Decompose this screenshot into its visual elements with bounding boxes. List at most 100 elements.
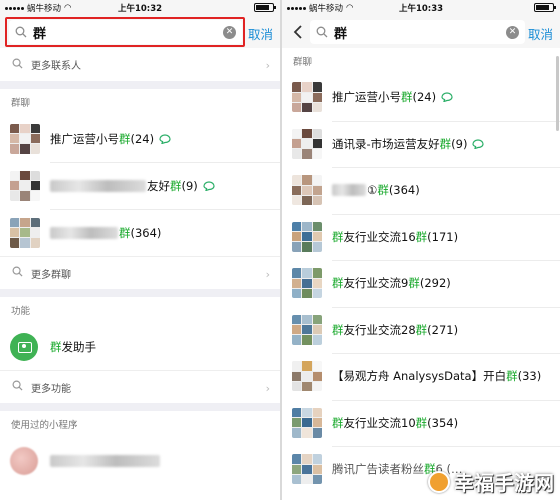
group-name-match: 群 <box>119 225 131 240</box>
search-icon <box>12 380 23 394</box>
more-groups-label: 更多群聊 <box>31 269 71 281</box>
group-avatar <box>10 217 40 248</box>
group-name-text: 友行业交流9 <box>343 276 409 291</box>
scrollbar[interactable] <box>556 56 559 131</box>
mini-program-avatar <box>10 446 38 475</box>
battery-icon <box>254 3 276 12</box>
clear-icon[interactable]: ✕ <box>223 25 236 39</box>
group-chat-item[interactable]: ①群 (364) <box>282 167 560 214</box>
back-icon[interactable] <box>291 24 305 40</box>
group-name-match: 群 <box>377 183 389 198</box>
group-avatar <box>10 170 40 201</box>
more-functions-label: 更多功能 <box>31 383 71 395</box>
left-phone-screen: 蜗牛移动 ◠ 上午10:32 群 ✕ 取消 更多联系人 › 群聊 推广运营小号 … <box>0 0 280 500</box>
group-chat-item[interactable]: 【易观方舟 AnalysysData】开白群 (33) <box>282 353 560 400</box>
clear-icon[interactable]: ✕ <box>506 25 519 39</box>
group-chat-item[interactable]: 群友行业交流28 群 (271) <box>282 306 560 353</box>
function-item[interactable]: 群发助手 <box>0 323 280 370</box>
function-name-match: 群 <box>50 339 62 354</box>
group-name: 推广运营小号群 (24) <box>332 89 453 105</box>
group-member-count: (24) <box>130 131 155 146</box>
blurred-text <box>50 179 146 192</box>
chevron-right-icon: › <box>265 268 270 281</box>
status-time: 上午10:33 <box>398 4 444 14</box>
group-name-match: 群 <box>439 136 452 151</box>
group-name: 群友行业交流28 群 (271) <box>332 322 458 338</box>
group-avatar <box>292 314 322 345</box>
group-chat-item[interactable]: 推广运营小号群 (24) <box>282 74 560 121</box>
search-icon <box>12 58 23 72</box>
more-contacts-label: 更多联系人 <box>31 61 81 72</box>
function-name-text: 发助手 <box>61 339 97 354</box>
blurred-text <box>50 226 118 239</box>
group-chat-item[interactable]: 群友行业交流16 群 (171) <box>282 213 560 260</box>
blurred-text <box>50 454 160 467</box>
group-chat-item[interactable]: 通讯录-市场运营友好群 (9) <box>282 120 560 167</box>
broadcast-assistant-icon <box>10 332 38 361</box>
group-name: 群友行业交流10 群 (354) <box>332 415 458 431</box>
group-section-title: 群聊 <box>282 48 560 74</box>
group-name-match: 群 <box>332 229 344 244</box>
group-name-text: 友好 <box>147 178 170 193</box>
section-divider <box>0 289 280 297</box>
status-bar: 蜗牛移动 ◠ 上午10:33 <box>282 0 560 16</box>
search-query: 群 <box>334 26 348 42</box>
group-name-text: 通讯录-市场运营友好 <box>332 136 440 151</box>
chat-bubble-icon <box>472 139 485 149</box>
group-name-text: 友行业交流28 <box>343 322 416 337</box>
group-avatar <box>292 82 322 113</box>
group-member-count: (9) <box>451 136 468 151</box>
group-name-match: 群 <box>332 276 344 291</box>
more-contacts-row[interactable]: 更多联系人 › <box>0 48 280 81</box>
group-name-text: ① <box>367 183 378 198</box>
group-chat-item[interactable]: 群 (364) <box>0 209 280 256</box>
group-name-match: 群 <box>408 276 420 291</box>
group-name-text: 腾讯广告读者粉丝 <box>332 462 424 477</box>
search-input[interactable]: 群 ✕ <box>9 20 242 44</box>
group-member-count: (364) <box>130 225 162 240</box>
group-member-count: (364) <box>388 183 420 198</box>
chat-bubble-icon <box>441 92 453 103</box>
chat-bubble-icon <box>203 180 215 191</box>
group-chat-item[interactable]: 群友行业交流10 群 (354) <box>282 399 560 446</box>
cancel-button[interactable]: 取消 <box>528 24 553 43</box>
mini-program-section-title: 使用过的小程序 <box>0 411 280 437</box>
group-name-match: 群 <box>415 229 428 244</box>
group-name-text: 友行业交流10 <box>343 415 416 430</box>
group-name: 群友行业交流9 群 (292) <box>332 275 451 291</box>
group-name: 【易观方舟 AnalysysData】开白群 (33) <box>332 368 541 384</box>
section-divider <box>0 403 280 411</box>
group-name-text: 推广运营小号 <box>50 131 119 146</box>
group-name-match: 群 <box>401 90 413 105</box>
more-groups-row[interactable]: 更多群聊 › <box>0 256 280 289</box>
group-avatar <box>292 454 322 485</box>
chevron-right-icon: › <box>265 382 270 395</box>
search-bar: 群 ✕ 取消 <box>0 16 280 48</box>
mini-program-item[interactable] <box>0 437 280 484</box>
group-name-text: 友行业交流16 <box>343 229 416 244</box>
group-chat-item[interactable]: 群友行业交流9 群 (292) <box>282 260 560 307</box>
group-section-title: 群聊 <box>0 89 280 115</box>
group-avatar <box>292 361 322 392</box>
group-chat-item[interactable]: 推广运营小号群 (24) <box>0 115 280 162</box>
group-member-count: (33) <box>517 369 542 384</box>
watermark-logo-icon <box>428 470 450 493</box>
group-name: 友好群 (9) <box>50 178 215 194</box>
more-functions-row[interactable]: 更多功能 › <box>0 370 280 403</box>
cancel-button[interactable]: 取消 <box>248 24 273 43</box>
group-avatar <box>292 407 322 438</box>
group-avatar <box>292 268 322 299</box>
function-section-title: 功能 <box>0 297 280 323</box>
search-icon <box>316 26 328 38</box>
group-avatar <box>292 128 322 159</box>
chat-bubble-icon <box>159 133 171 144</box>
search-bar: 群 ✕ 取消 <box>282 16 560 48</box>
group-member-count: (9) <box>181 178 198 193</box>
status-time: 上午10:32 <box>117 4 163 14</box>
group-avatar <box>292 221 322 252</box>
search-input[interactable]: 群 ✕ <box>310 20 525 44</box>
status-bar: 蜗牛移动 ◠ 上午10:32 <box>0 0 280 16</box>
group-avatar <box>10 123 40 154</box>
group-chat-item[interactable]: 友好群 (9) <box>0 162 280 209</box>
group-member-count: (271) <box>427 322 459 337</box>
